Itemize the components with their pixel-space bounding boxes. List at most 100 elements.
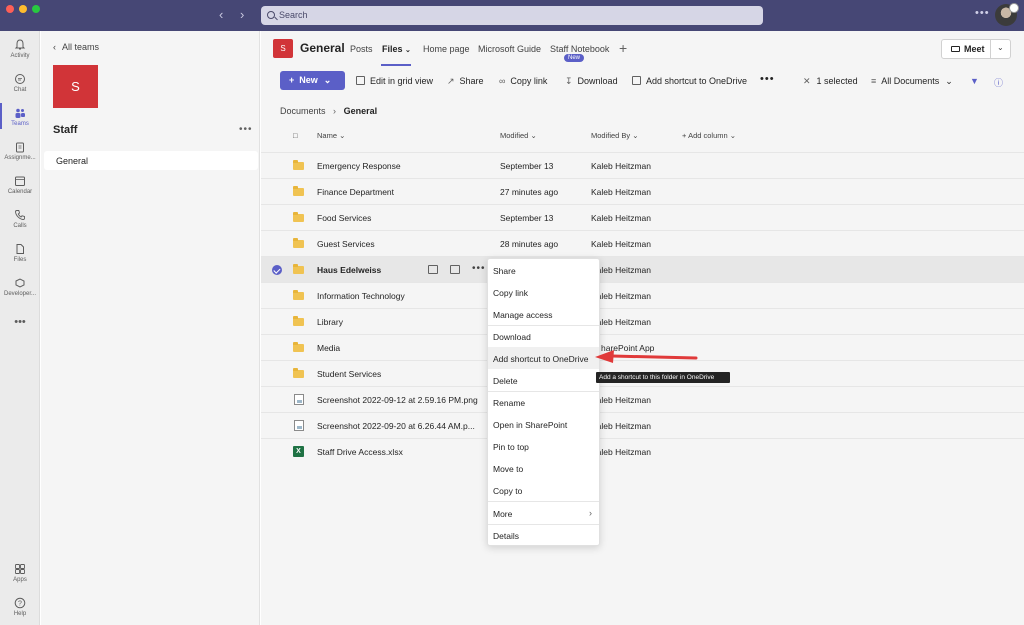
table-row[interactable]: Food Services September 13 Kaleb Heitzma…	[261, 204, 1024, 230]
maximize-window-button[interactable]	[32, 5, 40, 13]
file-name[interactable]: Emergency Response	[317, 161, 401, 171]
channel-item-general[interactable]: General	[44, 151, 258, 170]
column-header-name[interactable]: Name ⌄	[317, 131, 345, 140]
file-name[interactable]: Library	[317, 317, 343, 327]
tab-home-page[interactable]: Home page	[423, 44, 470, 54]
file-name[interactable]: Guest Services	[317, 239, 375, 249]
file-name[interactable]: Information Technology	[317, 291, 405, 301]
tab-microsoft-guide[interactable]: Microsoft Guide	[478, 44, 541, 54]
table-row[interactable]: Guest Services 28 minutes ago Kaleb Heit…	[261, 230, 1024, 256]
table-row[interactable]: Information Technology Kaleb Heitzman	[261, 282, 1024, 308]
table-row[interactable]: Screenshot 2022-09-12 at 2.59.16 PM.png …	[261, 386, 1024, 412]
rail-item-calendar[interactable]: Calendar	[0, 175, 40, 195]
column-header-modified[interactable]: Modified ⌄	[500, 131, 537, 140]
selected-check-icon[interactable]	[272, 265, 282, 275]
rail-item-apps[interactable]: Apps	[0, 563, 40, 583]
apps-icon	[15, 564, 25, 574]
file-name[interactable]: Screenshot 2022-09-12 at 2.59.16 PM.png	[317, 395, 478, 405]
menu-item-share[interactable]: Share	[488, 259, 599, 281]
menu-item-manage-access[interactable]: Manage access	[488, 303, 599, 325]
menu-item-copy-to[interactable]: Copy to	[488, 479, 599, 501]
row-more-options-icon[interactable]: •••	[472, 263, 486, 274]
file-name[interactable]: Media	[317, 343, 340, 353]
menu-item-details[interactable]: Details	[488, 524, 599, 546]
close-window-button[interactable]	[6, 5, 14, 13]
forward-arrow-icon[interactable]: ›	[240, 8, 244, 21]
more-commands-icon[interactable]: •••	[760, 73, 775, 85]
file-name[interactable]: Staff Drive Access.xlsx	[317, 447, 403, 457]
file-name[interactable]: Haus Edelweiss	[317, 265, 381, 275]
rail-item-activity[interactable]: Activity	[0, 39, 40, 59]
menu-item-delete[interactable]: Delete	[488, 369, 599, 391]
menu-item-rename[interactable]: Rename	[488, 391, 599, 413]
tab-files[interactable]: Files ⌄	[382, 44, 411, 54]
help-icon: ?	[14, 597, 26, 609]
minimize-window-button[interactable]	[19, 5, 27, 13]
file-modified-by: Kaleb Heitzman	[591, 187, 652, 197]
folder-icon	[293, 212, 304, 222]
avatar[interactable]	[995, 3, 1019, 26]
file-name[interactable]: Student Services	[317, 369, 381, 379]
chevron-down-icon[interactable]: ⌄	[997, 43, 1004, 52]
calendar-icon	[15, 176, 25, 186]
rail-item-teams[interactable]: Teams	[0, 103, 40, 129]
add-tab-icon[interactable]: +	[619, 40, 627, 56]
search-input[interactable]: Search	[261, 6, 763, 25]
rail-item-chat[interactable]: Chat	[0, 73, 40, 93]
meet-button[interactable]: Meet ⌄	[941, 39, 1011, 59]
menu-item-add-shortcut[interactable]: Add shortcut to OneDrive	[488, 347, 599, 369]
shortcut-icon[interactable]	[450, 265, 460, 274]
menu-item-open-in-sharepoint[interactable]: Open in SharePoint	[488, 413, 599, 435]
add-shortcut-button[interactable]: Add shortcut to OneDrive	[632, 76, 747, 86]
filter-icon[interactable]: ▼	[970, 76, 979, 86]
back-arrow-icon[interactable]: ‹	[219, 8, 223, 21]
menu-item-more[interactable]: More ›	[488, 502, 599, 524]
table-row[interactable]: Finance Department 27 minutes ago Kaleb …	[261, 178, 1024, 204]
clear-selection-button[interactable]: ✕ 1 selected	[803, 76, 858, 87]
link-icon: ∞	[499, 76, 506, 86]
edit-grid-view-button[interactable]: Edit in grid view	[356, 76, 433, 86]
share-icon: ↗	[447, 76, 455, 86]
app-rail: Activity Chat Teams Assignme... Calendar…	[0, 31, 40, 625]
rail-item-files[interactable]: Files	[0, 243, 40, 263]
shortcut-icon	[632, 76, 641, 85]
table-row[interactable]: Emergency Response September 13 Kaleb He…	[261, 152, 1024, 178]
table-row[interactable]: X Staff Drive Access.xlsx Kaleb Heitzman	[261, 438, 1024, 464]
table-row-selected[interactable]: Haus Edelweiss ••• Kaleb Heitzman	[261, 256, 1024, 282]
share-icon[interactable]	[428, 265, 438, 274]
breadcrumb-root[interactable]: Documents	[280, 106, 326, 116]
file-name[interactable]: Finance Department	[317, 187, 394, 197]
table-row[interactable]: Screenshot 2022-09-20 at 6.26.44 AM.p...…	[261, 412, 1024, 438]
rail-item-calls[interactable]: Calls	[0, 209, 40, 229]
video-camera-icon	[951, 46, 960, 52]
tab-staff-notebook[interactable]: Staff Notebook	[550, 44, 609, 54]
copy-link-button[interactable]: ∞ Copy link	[499, 76, 547, 86]
rail-item-help[interactable]: ? Help	[0, 597, 40, 617]
menu-item-move-to[interactable]: Move to	[488, 457, 599, 479]
rail-item-developer[interactable]: Developer...	[0, 277, 40, 297]
share-button[interactable]: ↗ Share	[447, 76, 484, 87]
rail-item-assignments[interactable]: Assignme...	[0, 141, 40, 161]
more-options-icon[interactable]: •••	[975, 8, 990, 19]
info-icon[interactable]: ⓘ	[994, 76, 1003, 89]
column-header-modified-by[interactable]: Modified By ⌄	[591, 131, 639, 140]
table-row[interactable]: Library Kaleb Heitzman	[261, 308, 1024, 334]
tab-posts[interactable]: Posts	[350, 44, 373, 54]
search-placeholder: Search	[279, 10, 308, 20]
folder-icon	[293, 342, 304, 352]
add-column-button[interactable]: + Add column ⌄	[682, 131, 736, 140]
view-selector[interactable]: ≡ All Documents ⌄	[871, 76, 953, 87]
new-button[interactable]: + New ⌄	[280, 71, 345, 90]
file-name[interactable]: Food Services	[317, 213, 371, 223]
menu-item-pin-to-top[interactable]: Pin to top	[488, 435, 599, 457]
all-teams-link[interactable]: ‹ All teams	[53, 42, 99, 52]
file-name[interactable]: Screenshot 2022-09-20 at 6.26.44 AM.p...	[317, 421, 475, 431]
file-modified-by: Kaleb Heitzman	[591, 291, 652, 301]
team-more-options-icon[interactable]: •••	[239, 124, 253, 135]
menu-item-copy-link[interactable]: Copy link	[488, 281, 599, 303]
chevron-left-icon: ‹	[53, 42, 56, 52]
svg-text:?: ?	[18, 601, 22, 608]
more-apps-icon[interactable]: •••	[0, 316, 40, 328]
download-button[interactable]: ↧ Download	[565, 76, 618, 87]
menu-item-download[interactable]: Download	[488, 325, 599, 347]
